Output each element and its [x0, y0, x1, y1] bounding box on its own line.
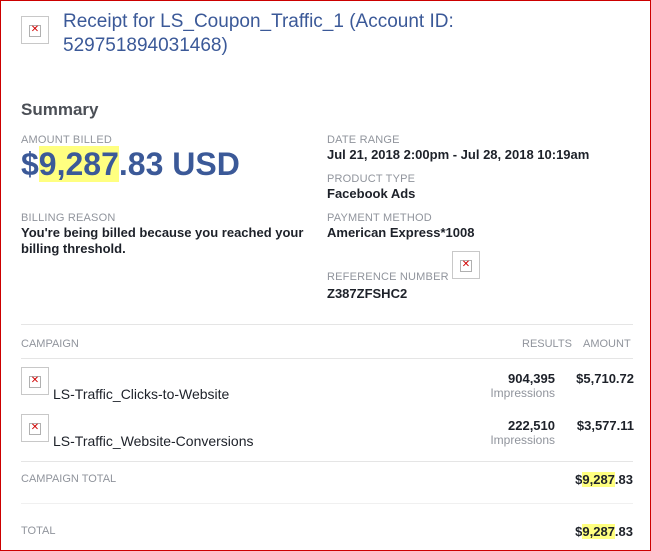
product-type-value: Facebook Ads [327, 186, 416, 201]
date-range-label: DATE RANGE [327, 134, 400, 146]
campaign-results-unit: Impressions [490, 433, 555, 447]
product-type-label: PRODUCT TYPE [327, 173, 416, 185]
broken-image-icon: ✕ [21, 414, 49, 442]
receipt-title: Receipt for LS_Coupon_Traffic_1 (Account… [63, 11, 454, 56]
broken-image-icon: ✕ [21, 367, 49, 395]
campaign-name: LS-Traffic_Website-Conversions [53, 433, 254, 449]
divider [21, 358, 633, 359]
divider [21, 324, 633, 325]
divider [21, 461, 633, 462]
total-fraction: .83 [614, 524, 633, 539]
date-range-value: Jul 21, 2018 2:00pm - Jul 28, 2018 10:19… [327, 147, 590, 162]
billing-reason-value: You're being billed because you reached … [21, 225, 304, 256]
receipt-frame [0, 0, 651, 551]
campaign-total-label: CAMPAIGN TOTAL [21, 473, 117, 485]
payment-method-label: PAYMENT METHOD [327, 212, 432, 224]
campaign-name: LS-Traffic_Clicks-to-Website [53, 386, 230, 402]
broken-image-icon: ✕ [21, 16, 49, 44]
reference-number-value: Z387ZFSHC2 [327, 286, 408, 301]
campaign-results-unit: Impressions [490, 386, 555, 400]
column-header-results: RESULTS [522, 338, 572, 350]
amount-currency-symbol: $ [21, 146, 39, 182]
campaign-total-value: $9,287.83 [533, 472, 633, 487]
campaign-results: 904,395 [508, 371, 555, 386]
amount-fraction: .83 USD [118, 146, 240, 182]
amount-billed-value: $9,287.83 USD [21, 146, 240, 183]
billing-reason-label: BILLING REASON [21, 212, 116, 224]
summary-heading: Summary [21, 100, 99, 119]
campaign-results: 222,510 [508, 418, 555, 433]
divider [21, 503, 633, 504]
reference-number-label: REFERENCE NUMBER [327, 271, 449, 283]
campaign-amount: $5,710.72 [576, 371, 634, 386]
column-header-amount: AMOUNT [583, 338, 631, 350]
total-label: TOTAL [21, 525, 56, 537]
campaign-total-highlight: 9,287 [582, 472, 615, 487]
broken-image-icon: ✕ [452, 251, 480, 279]
column-header-campaign: CAMPAIGN [21, 338, 79, 350]
total-highlight: 9,287 [582, 524, 615, 539]
amount-billed-label: AMOUNT BILLED [21, 134, 113, 146]
payment-method-value: American Express*1008 [327, 225, 475, 240]
amount-whole-highlight: 9,287 [38, 146, 119, 182]
campaign-amount: $3,577.11 [576, 418, 634, 433]
campaign-total-fraction: .83 [614, 472, 633, 487]
total-value: $9,287.83 [533, 524, 633, 539]
